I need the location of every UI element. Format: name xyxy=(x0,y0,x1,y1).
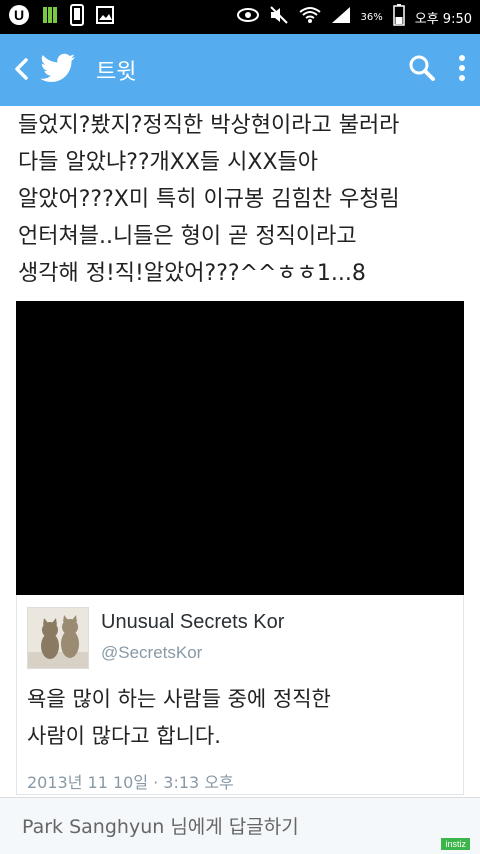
quoted-line: 사람이 많다고 합니다. xyxy=(27,724,221,748)
battery-icon xyxy=(393,4,405,30)
mute-icon xyxy=(269,6,289,28)
clock: 오후 9:50 xyxy=(414,11,472,27)
tweet-line: 알았어???X미 특히 이규봉 김힘찬 우청림 xyxy=(18,187,400,212)
watermark-logo: instiz xyxy=(441,838,470,850)
status-bar: U 36% 오후 9:50 xyxy=(0,0,480,34)
quoted-timestamp: 2013년 11 10일 · 3:13 오후 xyxy=(27,773,234,792)
eye-icon xyxy=(236,7,259,27)
reply-bar: Park Sanghyun 님에게 답글하기 instiz xyxy=(0,797,480,854)
overflow-menu-icon xyxy=(458,55,466,86)
phone-icon xyxy=(70,4,84,30)
signal-icon xyxy=(331,6,351,28)
tweet-line: 들었지?봤지?정직한 박상현이라고 불러라 xyxy=(18,113,400,138)
battery-percent: 36% xyxy=(360,11,383,23)
search-button[interactable] xyxy=(408,54,436,86)
screen-title: 트윗 xyxy=(96,60,137,85)
app-bar: 트윗 xyxy=(0,34,480,106)
search-icon xyxy=(408,55,436,86)
quoted-line: 욕을 많이 하는 사람들 중에 정직한 xyxy=(27,687,331,711)
u-plus-icon: U xyxy=(8,4,30,30)
tweet-text: 들었지?봤지?정직한 박상현이라고 불러라 다들 알았냐??개XX들 시XX들아… xyxy=(18,107,468,292)
back-button[interactable] xyxy=(6,54,36,87)
twitter-bird-icon xyxy=(40,53,76,87)
wifi-icon xyxy=(298,6,321,28)
quoted-tweet[interactable]: Unusual Secrets Kor @SecretsKor 욕을 많이 하는… xyxy=(16,595,464,795)
overflow-menu-button[interactable] xyxy=(458,54,466,86)
quoted-handle[interactable]: @SecretsKor xyxy=(101,643,202,663)
image-icon xyxy=(96,6,114,28)
bars-icon xyxy=(42,6,58,28)
quoted-display-name[interactable]: Unusual Secrets Kor xyxy=(101,611,284,634)
tweet-line: 생각해 정!직!알았어???^^ㅎㅎ1...8 xyxy=(18,261,366,286)
tweet-media[interactable] xyxy=(16,301,464,595)
cats-avatar-image xyxy=(28,608,88,668)
tweet-line: 다들 알았냐??개XX들 시XX들아 xyxy=(18,150,319,175)
reply-input[interactable]: Park Sanghyun 님에게 답글하기 xyxy=(22,812,442,839)
quoted-tweet-text: 욕을 많이 하는 사람들 중에 정직한 사람이 많다고 합니다. xyxy=(27,681,447,755)
avatar[interactable] xyxy=(27,607,89,669)
back-icon xyxy=(13,54,29,87)
tweet-line: 언터쳐블..니들은 형이 곧 정직이라고 xyxy=(18,224,357,249)
svg-text:U: U xyxy=(14,7,24,23)
